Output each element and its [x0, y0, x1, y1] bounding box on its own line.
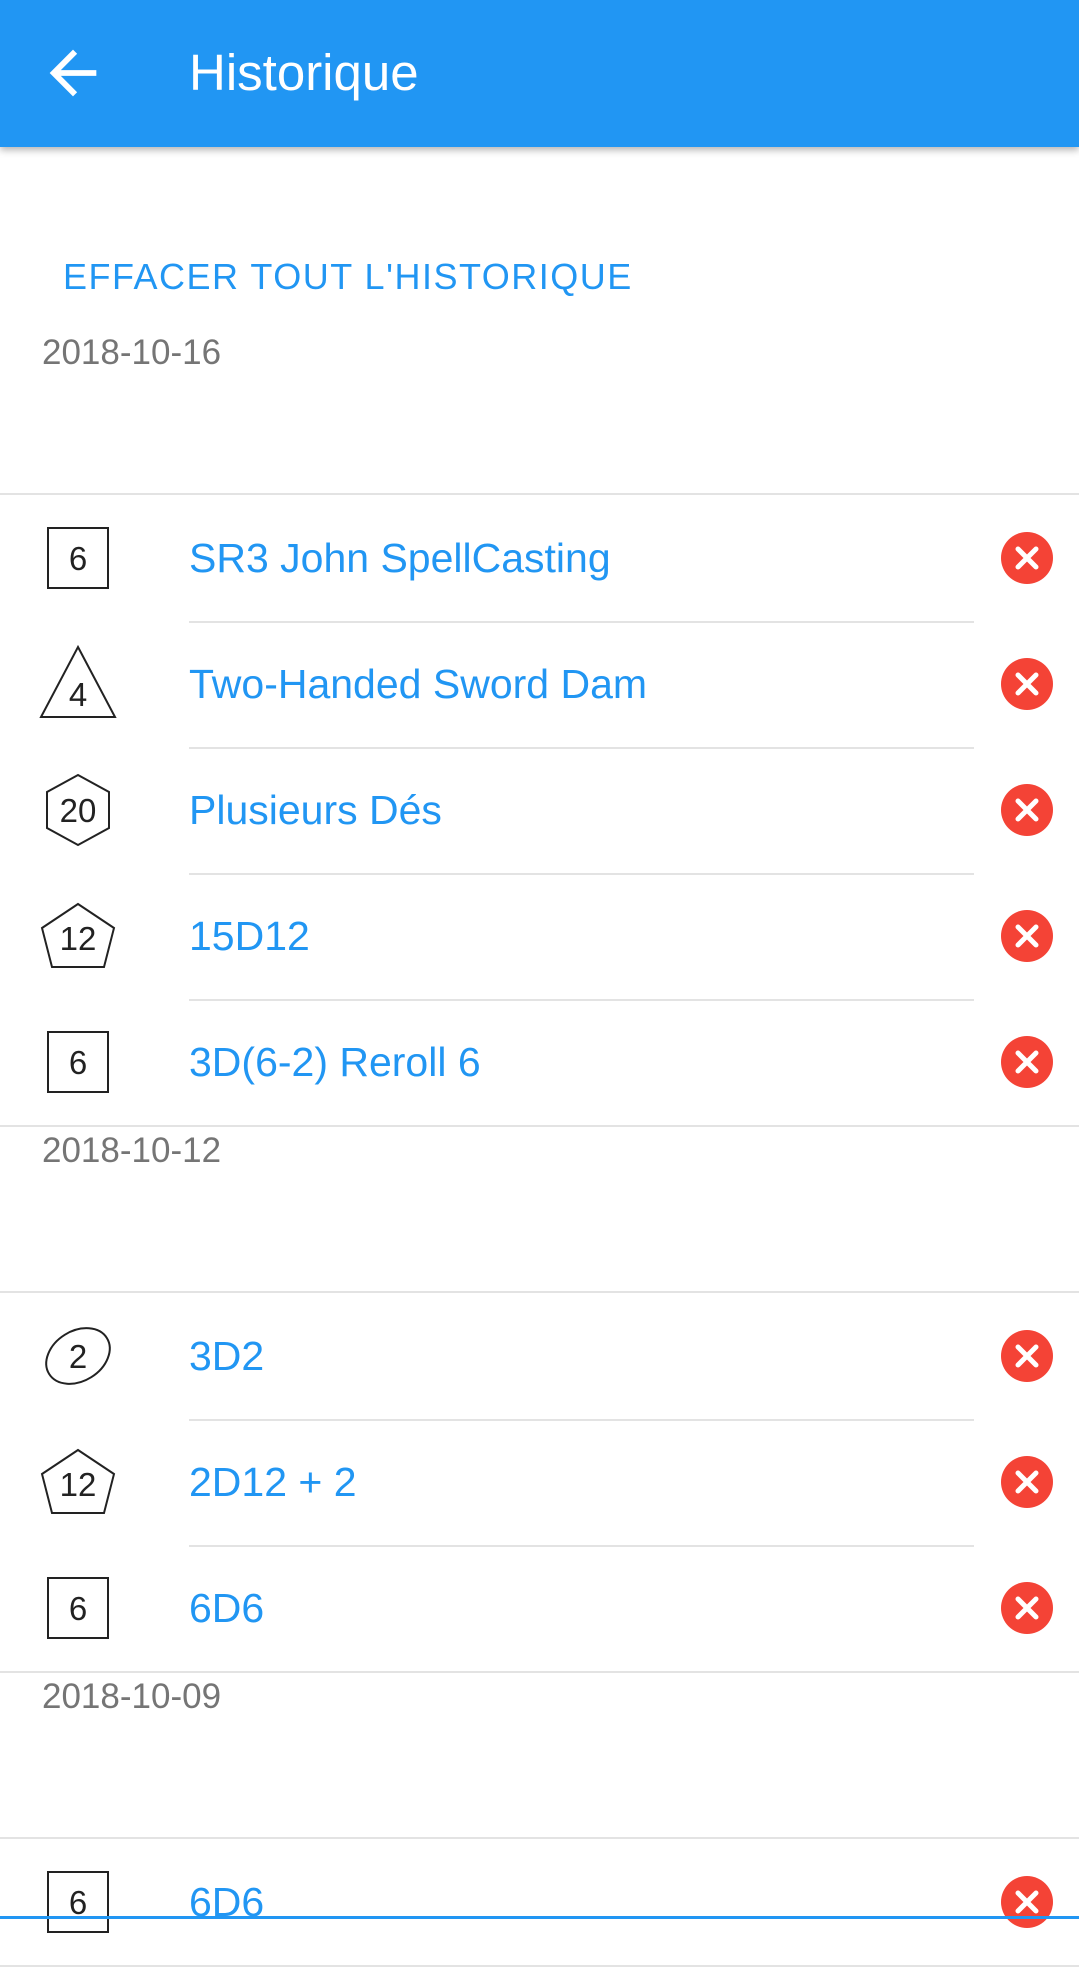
- die-value: 6: [69, 1590, 87, 1627]
- group-date: 2018-10-12: [42, 1131, 222, 1170]
- group-divider: [0, 1671, 1079, 1673]
- d6-die-icon: 6: [38, 1022, 118, 1102]
- history-item-name[interactable]: 3D2: [189, 1331, 264, 1381]
- delete-item-button[interactable]: [1000, 531, 1054, 585]
- d2-die-icon: 2: [38, 1316, 118, 1396]
- history-item[interactable]: 2 3D2: [0, 1293, 1079, 1419]
- die-value: 6: [69, 1044, 87, 1081]
- d20-die-icon: 20: [38, 770, 118, 850]
- page-title: Historique: [189, 44, 419, 101]
- history-item-name[interactable]: Plusieurs Dés: [189, 785, 442, 835]
- d4-die-icon: 4: [38, 644, 118, 724]
- history-item[interactable]: 12 15D12: [0, 873, 1079, 999]
- history-item-name[interactable]: 6D6: [189, 1583, 264, 1633]
- back-button[interactable]: [38, 38, 108, 108]
- die-value: 4: [69, 676, 87, 713]
- history-item-name[interactable]: 2D12 + 2: [189, 1457, 357, 1507]
- history-item[interactable]: 6 3D(6-2) Reroll 6: [0, 999, 1079, 1125]
- history-item-name[interactable]: Two-Handed Sword Dam: [189, 659, 647, 709]
- history-item[interactable]: 4 Two-Handed Sword Dam: [0, 621, 1079, 747]
- history-item[interactable]: 6 SR3 John SpellCasting: [0, 495, 1079, 621]
- close-circle-icon: [1001, 532, 1053, 584]
- delete-item-button[interactable]: [1000, 1875, 1054, 1929]
- app-bar: Historique: [0, 0, 1079, 147]
- d12-die-icon: 12: [38, 1442, 118, 1522]
- group-date: 2018-10-09: [42, 1677, 222, 1716]
- die-value: 6: [69, 540, 87, 577]
- history-item[interactable]: 20 Plusieurs Dés: [0, 747, 1079, 873]
- arrow-back-icon: [49, 49, 97, 97]
- history-item-name[interactable]: 15D12: [189, 911, 310, 961]
- die-value: 20: [60, 792, 97, 829]
- history-item-name[interactable]: SR3 John SpellCasting: [189, 533, 611, 583]
- delete-item-button[interactable]: [1000, 1455, 1054, 1509]
- close-circle-icon: [1001, 1330, 1053, 1382]
- close-circle-icon: [1001, 1876, 1053, 1928]
- d12-die-icon: 12: [38, 896, 118, 976]
- delete-item-button[interactable]: [1000, 657, 1054, 711]
- close-circle-icon: [1001, 1582, 1053, 1634]
- delete-item-button[interactable]: [1000, 1035, 1054, 1089]
- die-value: 2: [69, 1338, 87, 1375]
- history-item[interactable]: 12 2D12 + 2: [0, 1419, 1079, 1545]
- close-circle-icon: [1001, 784, 1053, 836]
- group-date: 2018-10-16: [42, 333, 222, 372]
- close-circle-icon: [1001, 1456, 1053, 1508]
- history-item[interactable]: 6 6D6: [0, 1839, 1079, 1965]
- d6-die-icon: 6: [38, 1862, 118, 1942]
- delete-item-button[interactable]: [1000, 909, 1054, 963]
- close-circle-icon: [1001, 1036, 1053, 1088]
- history-item-name[interactable]: 6D6: [189, 1877, 264, 1927]
- group-divider: [0, 1125, 1079, 1127]
- history-item[interactable]: 6 6D6: [0, 1545, 1079, 1671]
- clear-all-history-button[interactable]: EFFACER TOUT L'HISTORIQUE: [63, 252, 633, 302]
- delete-item-button[interactable]: [1000, 1581, 1054, 1635]
- die-value: 12: [60, 1466, 97, 1503]
- delete-item-button[interactable]: [1000, 783, 1054, 837]
- die-value: 12: [60, 920, 97, 957]
- delete-item-button[interactable]: [1000, 1329, 1054, 1383]
- history-item-name[interactable]: 3D(6-2) Reroll 6: [189, 1037, 481, 1087]
- close-circle-icon: [1001, 658, 1053, 710]
- d6-die-icon: 6: [38, 518, 118, 598]
- close-circle-icon: [1001, 910, 1053, 962]
- d6-die-icon: 6: [38, 1568, 118, 1648]
